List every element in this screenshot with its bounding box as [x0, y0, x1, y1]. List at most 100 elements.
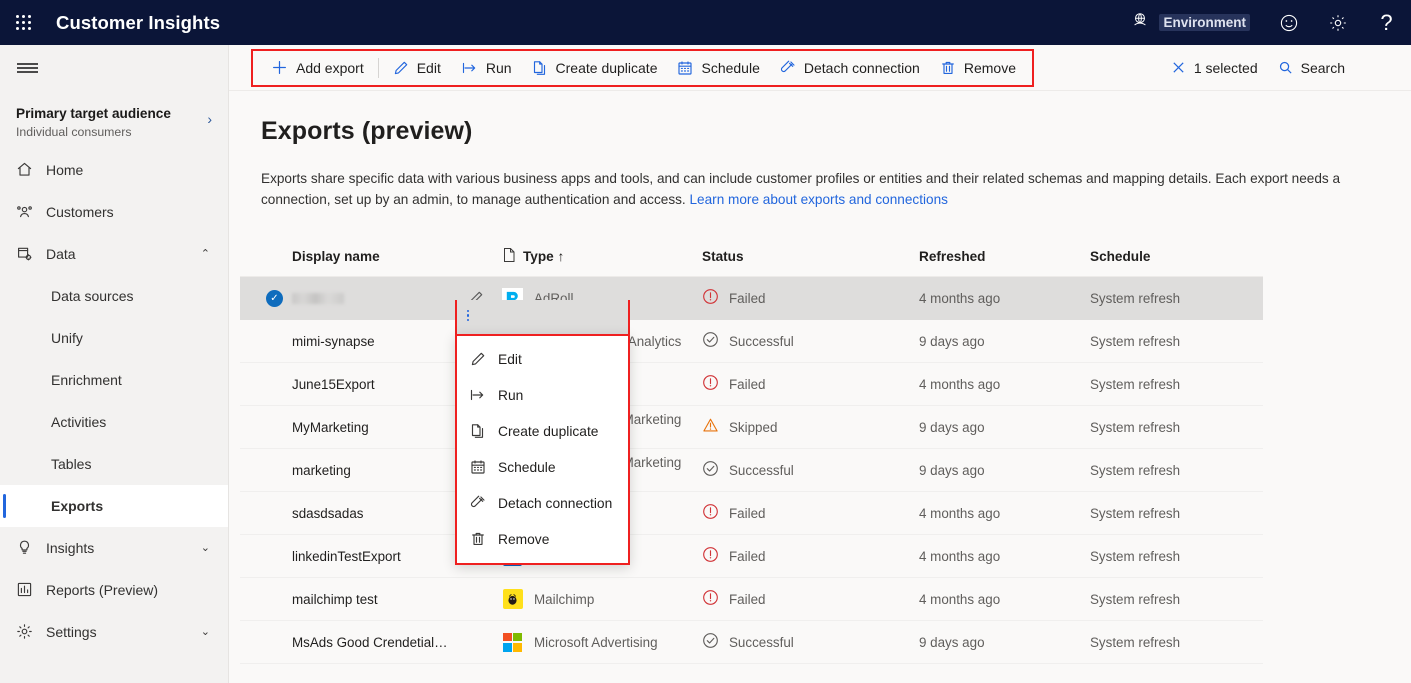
create-duplicate-button[interactable]: Create duplicate: [522, 51, 668, 85]
run-arrow-icon: [469, 387, 486, 403]
checkbox-checked-icon: ✓: [266, 289, 283, 307]
display-name-cell: MsAds Good Crendetial…: [292, 635, 502, 650]
app-launcher-icon[interactable]: [0, 0, 48, 45]
primary-target-audience-selector[interactable]: Primary target audience Individual consu…: [0, 91, 228, 149]
question-mark-icon[interactable]: ?: [1362, 0, 1411, 45]
sidebar-item-insights[interactable]: Insights ⌄: [0, 527, 228, 569]
context-menu-item-create-duplicate[interactable]: Create duplicate: [457, 413, 628, 449]
add-export-button[interactable]: Add export: [261, 51, 374, 85]
table-row[interactable]: linkedinTestExportinLinkedIn AdsFailed4 …: [240, 535, 1263, 578]
search-button[interactable]: Search: [1268, 51, 1355, 85]
status-text: Skipped: [729, 419, 778, 435]
smiley-icon[interactable]: [1264, 0, 1313, 45]
context-menu-label: Remove: [498, 531, 550, 547]
context-menu-item-edit[interactable]: Edit: [457, 341, 628, 377]
close-x-icon: [1171, 60, 1186, 75]
gear-icon[interactable]: [1313, 0, 1362, 45]
mailchimp-logo-icon: [502, 589, 523, 610]
status-cell: Skipped: [702, 417, 919, 437]
context-menu-label: Detach connection: [498, 495, 613, 511]
table-row[interactable]: mimi-synapseAzure Synapse AnalyticsSucce…: [240, 320, 1263, 363]
status-cell: Successful: [702, 460, 919, 480]
type-text: Microsoft Advertising: [534, 634, 658, 650]
table-row[interactable]: ✓ AdRoll Failed 4 months ago System refresh: [240, 277, 1263, 320]
calendar-icon: [469, 459, 486, 475]
edit-button[interactable]: Edit: [383, 51, 451, 85]
learn-more-link[interactable]: Learn more about exports and connections: [689, 192, 947, 207]
sidebar-item-home[interactable]: Home: [0, 149, 228, 191]
column-header-refreshed[interactable]: Refreshed: [919, 249, 1090, 264]
status-cell: Failed: [702, 503, 919, 523]
table-header-row: Display name Type ↑ Status Refreshed Sch…: [240, 237, 1263, 277]
context-menu-item-schedule[interactable]: Schedule: [457, 449, 628, 485]
context-menu-label: Schedule: [498, 459, 556, 475]
display-name-text: mimi-synapse: [292, 333, 375, 349]
schedule-cell: System refresh: [1090, 591, 1181, 607]
column-header-type[interactable]: Type ↑: [502, 247, 702, 266]
table-row[interactable]: June15Export Failed 4 months ago System ref…: [240, 363, 1263, 406]
sidebar-item-reports-preview[interactable]: Reports (Preview): [0, 569, 228, 611]
sidebar-item-label: Home: [46, 161, 84, 178]
globe-icon: [1131, 11, 1149, 34]
error-icon: [702, 374, 719, 394]
sidebar-item-exports[interactable]: Exports: [0, 484, 228, 527]
plus-icon: [271, 59, 288, 76]
sidebar-item-tables[interactable]: Tables: [0, 443, 228, 485]
context-menu-label: Create duplicate: [498, 423, 599, 439]
sidebar-item-label: Settings: [46, 623, 97, 640]
table-row[interactable]: MsAds Good Crendetial… Microsoft Adverti…: [240, 621, 1263, 664]
schedule-button[interactable]: Schedule: [667, 51, 769, 85]
selection-count-button[interactable]: 1 selected: [1161, 51, 1268, 85]
context-menu-item-run[interactable]: Run: [457, 377, 628, 413]
table-row[interactable]: sdasdsadas Failed 4 months ago System refre…: [240, 492, 1263, 535]
sidebar-item-customers[interactable]: Customers: [0, 191, 228, 233]
sidebar-item-unify[interactable]: Unify: [0, 317, 228, 359]
refreshed-cell: 4 months ago: [919, 548, 1001, 564]
schedule-cell: System refresh: [1090, 548, 1181, 564]
remove-button[interactable]: Remove: [930, 51, 1026, 85]
sidebar-item-data-sources[interactable]: Data sources: [0, 275, 228, 317]
sidebar-item-label: Unify: [51, 329, 83, 346]
type-cell: Microsoft Advertising: [502, 632, 702, 653]
column-header-status[interactable]: Status: [702, 249, 919, 264]
error-icon: [702, 503, 719, 523]
table-body: ✓ AdRoll Failed 4 months ago System refresh…: [240, 277, 1263, 664]
audience-title: Primary target audience: [16, 106, 171, 121]
status-text: Successful: [729, 462, 794, 478]
context-menu-label: Edit: [498, 351, 522, 367]
status-text: Successful: [729, 333, 794, 349]
row-checkbox[interactable]: ✓: [240, 289, 292, 307]
column-header-type-label: Type ↑: [523, 249, 565, 264]
column-header-display-name[interactable]: Display name: [292, 249, 502, 264]
sidebar-item-label: Exports: [51, 497, 104, 514]
sidebar-item-activities[interactable]: Activities: [0, 401, 228, 443]
sidebar-item-enrichment[interactable]: Enrichment: [0, 359, 228, 401]
table-row[interactable]: marketingDynamics 365 Marketing (OutSucc…: [240, 449, 1263, 492]
sidebar-item-data[interactable]: Data ⌃: [0, 233, 228, 275]
unlink-icon: [780, 60, 796, 76]
refreshed-cell: 9 days ago: [919, 333, 985, 349]
pencil-icon: [393, 60, 409, 76]
command-label: Edit: [416, 59, 441, 76]
context-menu-item-remove[interactable]: Remove: [457, 521, 628, 557]
sidebar-item-settings[interactable]: Settings ⌄: [0, 611, 228, 653]
search-icon: [1278, 60, 1293, 75]
context-menu-item-detach-connection[interactable]: Detach connection: [457, 485, 628, 521]
more-options-icon[interactable]: [467, 310, 470, 322]
type-cell: Mailchimp: [502, 589, 702, 610]
environment-picker[interactable]: Environment: [1117, 0, 1264, 45]
hamburger-menu-icon[interactable]: [0, 45, 228, 91]
column-header-schedule[interactable]: Schedule: [1090, 249, 1263, 264]
detach-connection-button[interactable]: Detach connection: [770, 51, 930, 85]
schedule-cell: System refresh: [1090, 290, 1181, 306]
run-button[interactable]: Run: [451, 51, 522, 85]
command-label: Remove: [963, 59, 1016, 76]
sidebar-item-label: Reports (Preview): [46, 581, 159, 598]
app-title: Customer Insights: [56, 11, 221, 33]
table-row[interactable]: mailchimp test Mailchimp Failed 4 months a…: [240, 578, 1263, 621]
refreshed-cell: 4 months ago: [919, 505, 1001, 521]
sidebar-item-label: Insights: [46, 539, 95, 556]
table-row[interactable]: MyMarketingDynamics 365 Marketing (OutSk…: [240, 406, 1263, 449]
error-icon: [702, 288, 719, 308]
display-name-text: marketing: [292, 462, 351, 478]
